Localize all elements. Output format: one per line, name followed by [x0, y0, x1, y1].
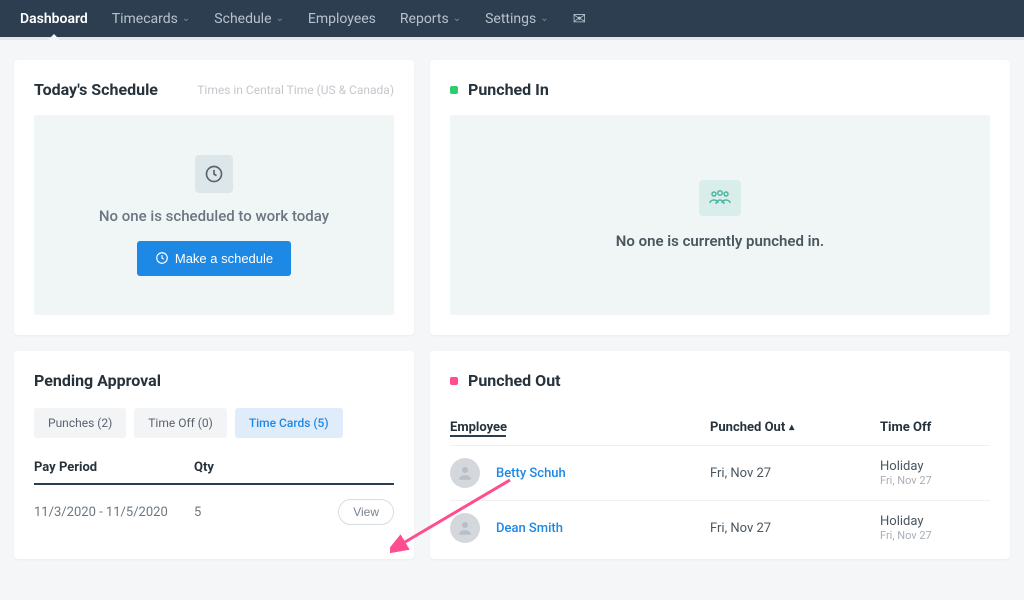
- make-schedule-button[interactable]: Make a schedule: [137, 241, 291, 276]
- punched-out-title: Punched Out: [468, 371, 561, 390]
- col-header-pay-period: Pay Period: [34, 460, 194, 475]
- nav-dashboard[interactable]: Dashboard: [20, 11, 88, 27]
- cell-punched-time: Fri, Nov 27: [710, 521, 880, 536]
- pending-tabs: Punches (2) Time Off (0) Time Cards (5): [34, 408, 394, 438]
- punched-in-title: Punched In: [468, 80, 549, 99]
- cell-timeoff-label: Holiday: [880, 514, 990, 529]
- punched-out-row: Betty Schuh Fri, Nov 27 Holiday Fri, Nov…: [450, 445, 990, 500]
- cell-timeoff-date: Fri, Nov 27: [880, 529, 990, 542]
- schedule-empty-msg: No one is scheduled to work today: [99, 207, 329, 225]
- card-punched-in: Punched In No one is currently punched i…: [430, 60, 1010, 335]
- schedule-empty-state: No one is scheduled to work today Make a…: [34, 115, 394, 315]
- col-header-timeoff[interactable]: Time Off: [880, 420, 990, 435]
- envelope-icon: ✉: [573, 9, 586, 28]
- tab-punches[interactable]: Punches (2): [34, 408, 126, 438]
- nav-settings[interactable]: Settings⌄: [485, 11, 549, 27]
- people-icon: [699, 180, 741, 216]
- col-header-punched-out[interactable]: Punched Out▴: [710, 420, 880, 435]
- pending-title: Pending Approval: [34, 371, 394, 390]
- cell-pay-period: 11/3/2020 - 11/5/2020: [34, 505, 194, 520]
- nav-employees[interactable]: Employees: [308, 11, 376, 27]
- employee-link[interactable]: Betty Schuh: [496, 466, 566, 481]
- schedule-timezone: Times in Central Time (US & Canada): [197, 83, 394, 97]
- cell-timeoff-label: Holiday: [880, 459, 990, 474]
- col-header-employee[interactable]: Employee: [450, 420, 710, 435]
- navbar: Dashboard Timecards⌄ Schedule⌄ Employees…: [0, 0, 1024, 40]
- clock-icon: [195, 155, 233, 193]
- nav-timecards[interactable]: Timecards⌄: [112, 11, 191, 27]
- schedule-title: Today's Schedule: [34, 80, 158, 99]
- tab-timeoff[interactable]: Time Off (0): [134, 408, 227, 438]
- pending-row: 11/3/2020 - 11/5/2020 5 View: [34, 485, 394, 539]
- chevron-down-icon: ⌄: [453, 13, 461, 24]
- cell-qty: 5: [194, 505, 274, 520]
- status-dot-green: [450, 86, 458, 94]
- sort-asc-icon: ▴: [789, 422, 794, 433]
- clock-plus-icon: [155, 251, 169, 265]
- punched-in-empty-msg: No one is currently punched in.: [616, 232, 824, 250]
- nav-mail[interactable]: ✉: [573, 9, 586, 28]
- avatar: [450, 513, 480, 543]
- nav-reports[interactable]: Reports⌄: [400, 11, 461, 27]
- avatar: [450, 458, 480, 488]
- punched-out-row: Dean Smith Fri, Nov 27 Holiday Fri, Nov …: [450, 500, 990, 555]
- card-todays-schedule: Today's Schedule Times in Central Time (…: [14, 60, 414, 335]
- status-dot-pink: [450, 377, 458, 385]
- card-punched-out: Punched Out Employee Punched Out▴ Time O…: [430, 351, 1010, 559]
- chevron-down-icon: ⌄: [540, 13, 548, 24]
- col-header-qty: Qty: [194, 460, 274, 475]
- nav-schedule[interactable]: Schedule⌄: [214, 11, 284, 27]
- view-button[interactable]: View: [338, 499, 394, 525]
- card-pending-approval: Pending Approval Punches (2) Time Off (0…: [14, 351, 414, 559]
- tab-timecards[interactable]: Time Cards (5): [235, 408, 343, 438]
- chevron-down-icon: ⌄: [182, 13, 190, 24]
- cell-punched-time: Fri, Nov 27: [710, 466, 880, 481]
- cell-timeoff-date: Fri, Nov 27: [880, 474, 990, 487]
- chevron-down-icon: ⌄: [276, 13, 284, 24]
- punched-in-empty-state: No one is currently punched in.: [450, 115, 990, 315]
- employee-link[interactable]: Dean Smith: [496, 521, 563, 536]
